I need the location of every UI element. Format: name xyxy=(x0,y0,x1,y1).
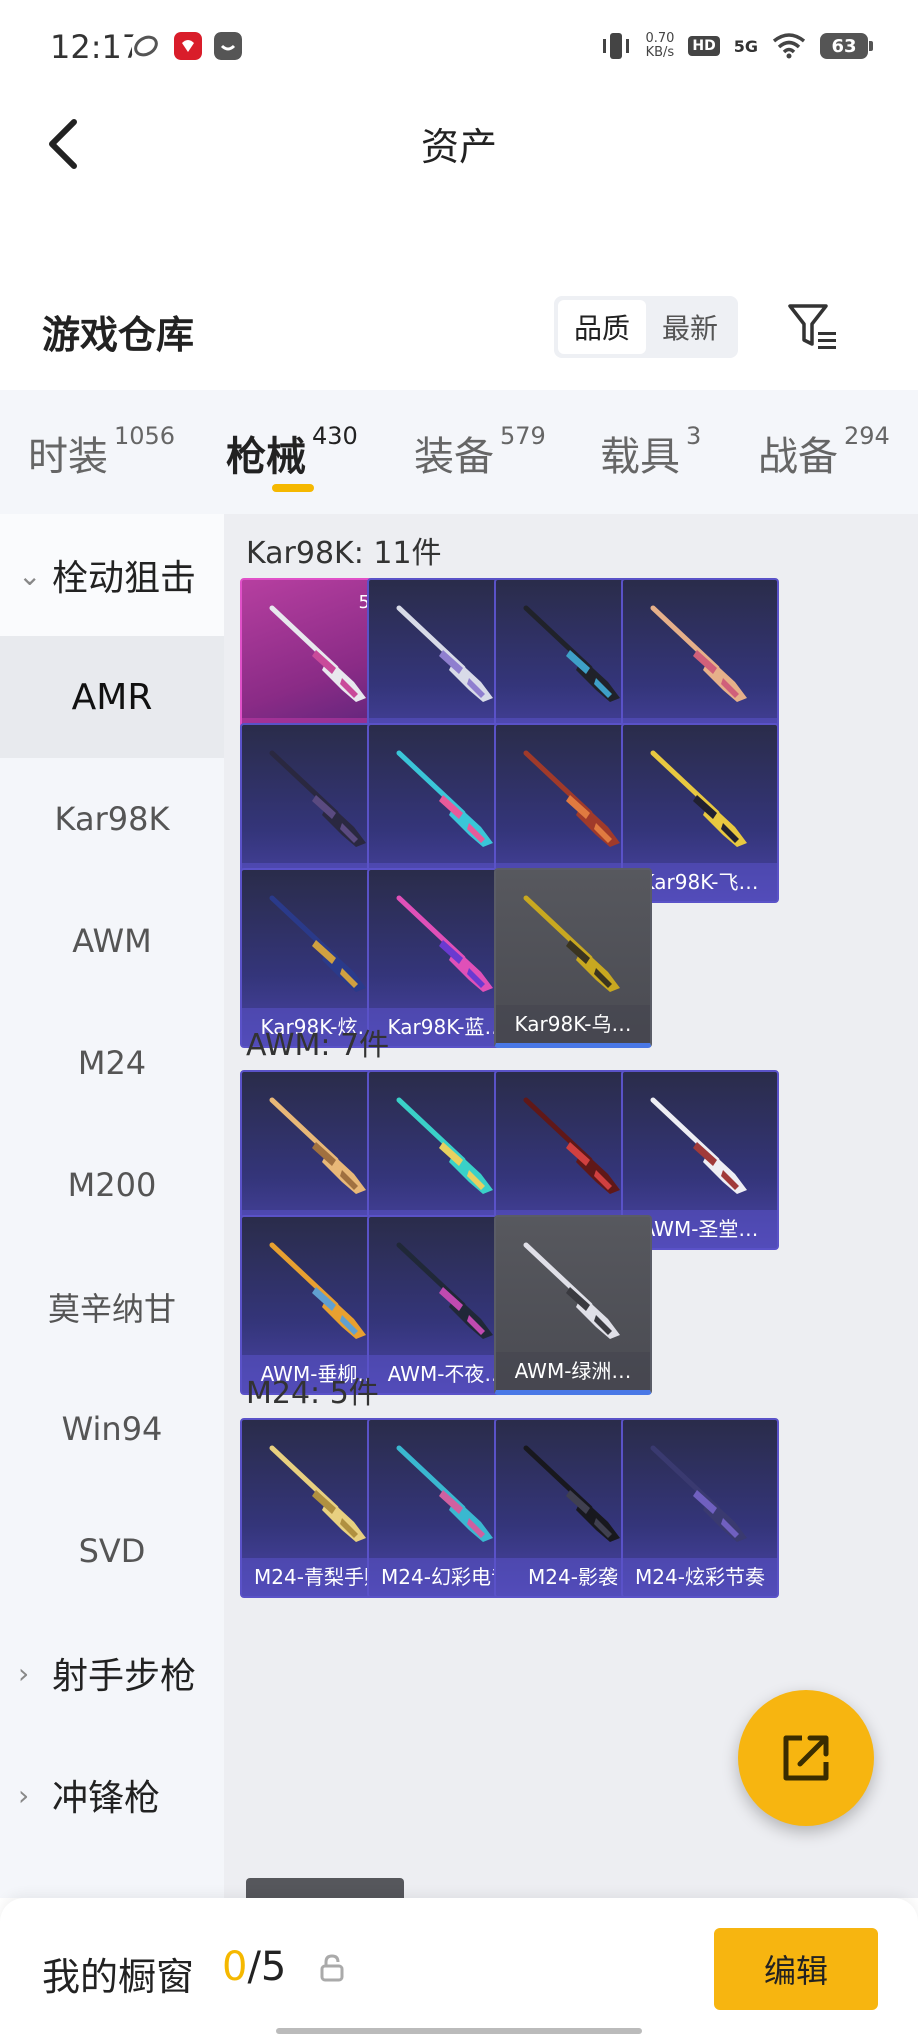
skin-card[interactable]: Kar98K-乌… xyxy=(494,868,652,1048)
rifle-icon xyxy=(396,1242,493,1339)
active-tab-indicator xyxy=(272,484,314,492)
sort-newest-option[interactable]: 最新 xyxy=(646,300,734,354)
rifle-icon xyxy=(269,1445,366,1542)
tab-supplies[interactable]: 战备 294 xyxy=(758,422,890,482)
share-button[interactable] xyxy=(738,1690,874,1826)
sidebar-group-label: 射手步枪 xyxy=(52,1656,197,1697)
page-title: 资产 xyxy=(420,125,497,169)
skin-name: Kar98K-乌… xyxy=(496,1005,650,1043)
sort-toggle: 品质 最新 xyxy=(554,296,738,358)
rifle-icon xyxy=(269,895,366,992)
skin-card-partial[interactable] xyxy=(246,1878,404,1898)
home-indicator xyxy=(276,2028,642,2034)
tab-vehicles[interactable]: 载具 3 xyxy=(600,422,701,482)
rifle-icon xyxy=(523,1445,620,1542)
rifle-icon xyxy=(269,1242,366,1339)
section-label: AWM: 7件 xyxy=(246,1028,390,1063)
rifle-icon xyxy=(396,1445,493,1542)
status-time: 12:17 xyxy=(50,28,143,66)
chevron-right-icon: › xyxy=(18,1656,30,1690)
share-icon xyxy=(783,1735,829,1781)
skin-name: M24-炫彩节奏 xyxy=(623,1558,777,1596)
sidebar-item-svd[interactable]: SVD xyxy=(0,1490,224,1612)
app-notification-icon xyxy=(174,32,202,60)
sidebar-group-label: 冲锋枪 xyxy=(52,1778,161,1819)
sidebar-item-m24[interactable]: M24 xyxy=(0,1002,224,1124)
showcase-count: 0/5 xyxy=(222,1944,287,1990)
rifle-icon xyxy=(523,895,620,992)
tab-costume[interactable]: 时装 1056 xyxy=(28,422,175,482)
sidebar-item-mosin[interactable]: 莫辛纳甘 xyxy=(0,1246,224,1368)
sidebar-group-label: 栓动狙击 xyxy=(52,558,197,599)
sidebar-item-m200[interactable]: M200 xyxy=(0,1124,224,1246)
rifle-icon xyxy=(396,1097,493,1194)
sidebar-item-awm[interactable]: AWM xyxy=(0,880,224,1002)
showcase-label: 我的橱窗 xyxy=(42,1955,195,1999)
sidebar-item-amr[interactable]: AMR xyxy=(0,636,224,758)
rifle-icon xyxy=(650,1097,747,1194)
warehouse-title: 游戏仓库 xyxy=(42,313,195,357)
nav-header: 资产 xyxy=(0,92,918,292)
sidebar-group-marksman[interactable]: › 射手步枪 xyxy=(0,1612,224,1734)
section-label: Kar98K: 11件 xyxy=(246,536,442,571)
rifle-icon xyxy=(269,1097,366,1194)
rifle-icon xyxy=(269,750,366,847)
skin-card[interactable]: M24-炫彩节奏 xyxy=(621,1418,779,1598)
tab-firearms[interactable]: 枪械 430 xyxy=(226,422,358,482)
sort-quality-option[interactable]: 品质 xyxy=(558,300,646,354)
wifi-icon xyxy=(772,33,806,59)
rifle-icon xyxy=(523,1097,620,1194)
section-label: M24: 5件 xyxy=(246,1376,379,1411)
rifle-icon xyxy=(650,1445,747,1542)
rifle-icon xyxy=(523,1242,620,1339)
rifle-icon xyxy=(396,750,493,847)
weapon-type-sidebar: ⌄ 栓动狙击 AMR Kar98K AWM M24 M200 莫辛纳甘 Win9… xyxy=(0,514,224,1898)
warehouse-header: 游戏仓库 品质 最新 xyxy=(0,292,918,390)
category-tabs: 时装 1056 枪械 430 装备 579 载具 3 战备 294 xyxy=(0,390,918,514)
showcase-bar: 我的橱窗 0/5 编辑 xyxy=(0,1898,918,2040)
tab-equipment[interactable]: 装备 579 xyxy=(414,422,546,482)
battery-indicator: 63 xyxy=(820,33,873,59)
sidebar-item-win94[interactable]: Win94 xyxy=(0,1368,224,1490)
status-bar: 12:17 0.70 KB/s HD 5G 63 xyxy=(0,0,918,92)
sidebar-item-kar98k[interactable]: Kar98K xyxy=(0,758,224,880)
status-indicators: 0.70 KB/s HD 5G 63 xyxy=(601,28,873,64)
network-type: 5G xyxy=(733,36,758,56)
skin-name: AWM-绿洲… xyxy=(496,1352,650,1390)
lock-icon xyxy=(320,1954,344,1982)
sidebar-group-bolt-action[interactable]: ⌄ 栓动狙击 xyxy=(0,514,224,636)
rifle-icon xyxy=(269,605,366,702)
edit-button[interactable]: 编辑 xyxy=(714,1928,878,2010)
rifle-icon xyxy=(650,605,747,702)
rifle-icon xyxy=(523,605,620,702)
rifle-icon xyxy=(523,750,620,847)
chevron-right-icon: › xyxy=(18,1778,30,1812)
rifle-icon xyxy=(396,605,493,702)
network-speed: 0.70 KB/s xyxy=(645,31,675,60)
rifle-icon xyxy=(396,895,493,992)
hd-badge: HD xyxy=(688,36,720,56)
vibrate-icon xyxy=(603,33,630,59)
rifle-icon xyxy=(650,750,747,847)
app-notification-icon xyxy=(214,32,242,60)
chevron-down-icon: ⌄ xyxy=(18,558,42,592)
sidebar-group-smg[interactable]: › 冲锋枪 xyxy=(0,1734,224,1856)
app-notification-icon xyxy=(132,32,160,60)
skin-card[interactable]: AWM-绿洲… xyxy=(494,1215,652,1395)
filter-icon[interactable] xyxy=(786,300,840,354)
